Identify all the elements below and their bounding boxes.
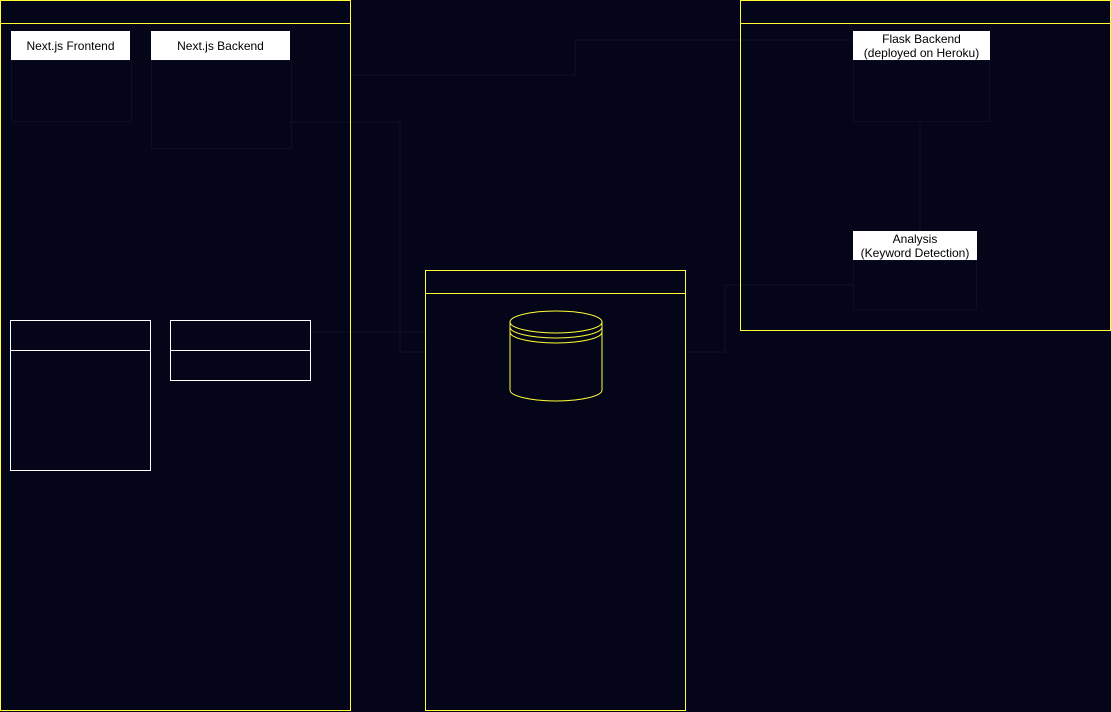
flask-backend-title-line1: Flask Backend bbox=[882, 31, 961, 46]
service-class-box[interactable] bbox=[170, 320, 311, 381]
nextjs-backend-box[interactable]: Next.js Backend bbox=[151, 31, 290, 60]
nextjs-frontend-body bbox=[11, 60, 132, 122]
architecture-diagram: Next.js Frontend Next.js Backend Flask B… bbox=[0, 0, 1111, 712]
flask-lane-header bbox=[741, 1, 1110, 24]
database-lane-header bbox=[426, 271, 685, 294]
flask-backend-box[interactable]: Flask Backend (deployed on Heroku) bbox=[853, 31, 990, 60]
analysis-body bbox=[853, 260, 977, 310]
analysis-title-line1: Analysis bbox=[892, 231, 938, 246]
service-class-header bbox=[171, 321, 310, 351]
analysis-box[interactable]: Analysis (Keyword Detection) bbox=[853, 231, 977, 260]
flask-backend-body bbox=[853, 60, 990, 122]
nextjs-lane-header bbox=[1, 1, 350, 24]
database-cylinder-icon[interactable] bbox=[509, 310, 603, 402]
nextjs-backend-title: Next.js Backend bbox=[177, 38, 264, 53]
component-class-header bbox=[11, 321, 150, 351]
nextjs-frontend-title: Next.js Frontend bbox=[26, 38, 115, 53]
analysis-title-line2: (Keyword Detection) bbox=[860, 245, 970, 260]
nextjs-backend-body bbox=[151, 60, 292, 149]
nextjs-frontend-box[interactable]: Next.js Frontend bbox=[11, 31, 130, 60]
component-class-box[interactable] bbox=[10, 320, 151, 471]
flask-backend-title-line2: (deployed on Heroku) bbox=[863, 45, 980, 60]
